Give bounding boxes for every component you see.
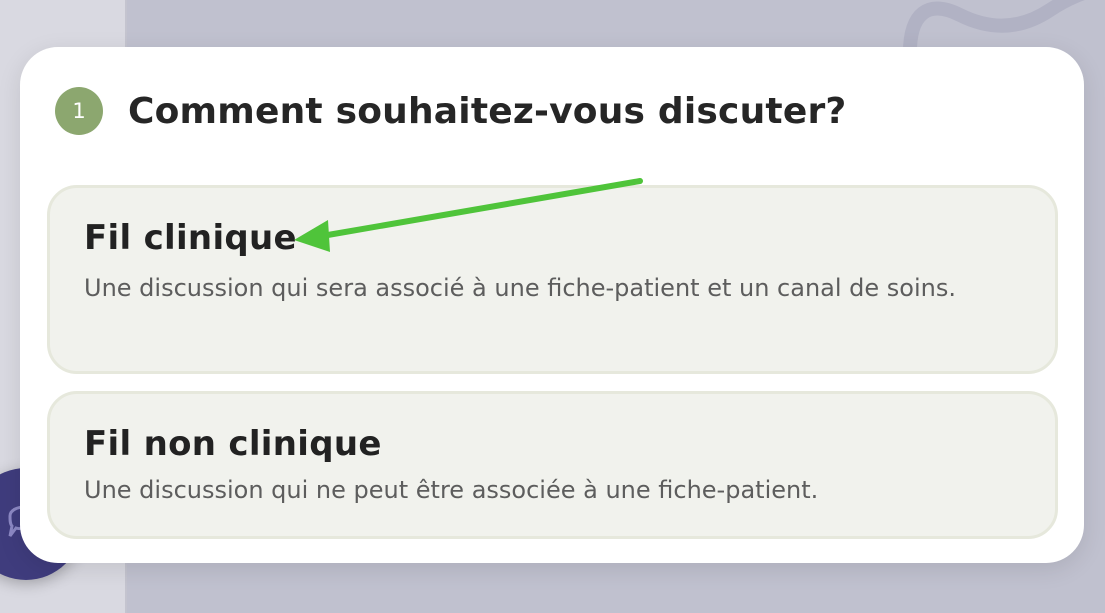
option-nonclinical-thread[interactable]: Fil non clinique Une discussion qui ne p… xyxy=(47,391,1058,539)
option-clinical-thread[interactable]: Fil clinique Une discussion qui sera ass… xyxy=(47,185,1058,374)
option-title: Fil clinique xyxy=(84,218,297,258)
step-header: 1 Comment souhaitez-vous discuter? xyxy=(55,87,847,135)
option-description: Une discussion qui ne peut être associée… xyxy=(84,476,819,504)
discussion-type-dialog: 1 Comment souhaitez-vous discuter? Fil c… xyxy=(20,47,1084,563)
step-title: Comment souhaitez-vous discuter? xyxy=(128,90,847,132)
option-title: Fil non clinique xyxy=(84,424,382,464)
option-description: Une discussion qui sera associé à une fi… xyxy=(84,274,956,302)
step-number-badge: 1 xyxy=(55,87,103,135)
